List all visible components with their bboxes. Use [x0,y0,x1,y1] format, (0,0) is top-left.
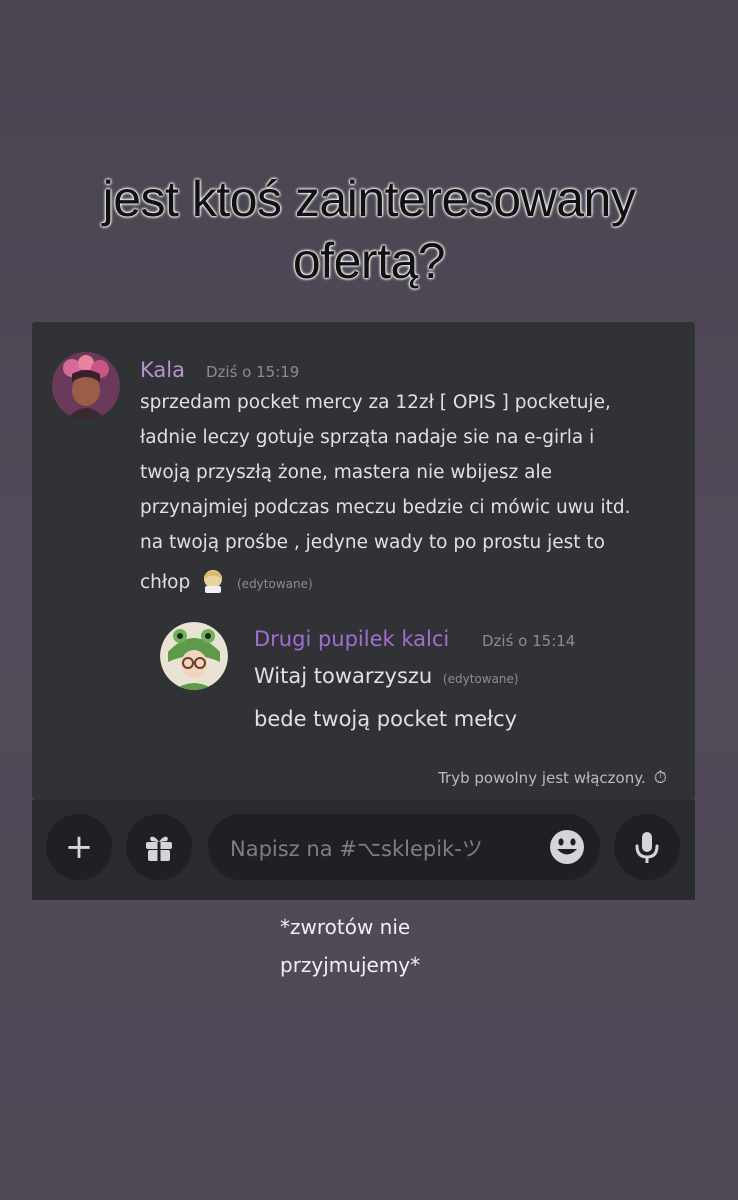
message-timestamp: Dziś o 15:19 [206,363,300,381]
message-line: na twoją prośbe , jedyne wady to po pros… [140,532,605,553]
message-line: chłop [140,572,191,593]
custom-emoji-icon [199,566,227,594]
footnote: *zwrotów nie przyjmujemy* [280,908,420,984]
message-line: ładnie leczy gotuje sprząta nadaje sie n… [140,427,595,448]
gift-icon [146,836,172,861]
message-line: przynajmiej podczas meczu bedzie ci mówi… [140,497,631,518]
message-first-line: Witaj towarzyszu (edytowane) [254,664,519,688]
message-last-line: chłop (edytowane) [140,566,313,594]
microphone-icon [635,832,659,863]
headline: jest ktoś zainteresowany ofertą? [0,168,738,292]
avatar[interactable] [52,352,120,420]
message-line: twoją przyszłą żone, mastera nie wbijesz… [140,462,552,483]
message-input-placeholder: Napisz na #⌥sklepik-ツ [230,837,483,861]
message-line: bede twoją pocket mełcy [254,707,518,731]
emoji-icon[interactable] [548,828,586,866]
message-author[interactable]: Kala [140,358,185,382]
gift-button[interactable] [126,814,192,880]
footnote-line-1: *zwrotów nie [280,915,411,939]
headline-line-1: jest ktoś zainteresowany [102,171,636,227]
headline-line-2: ofertą? [292,233,446,289]
avatar[interactable] [160,622,228,690]
edited-label: (edytowane) [442,672,519,686]
message-timestamp: Dziś o 15:14 [482,632,576,650]
slowmode-text: Tryb powolny jest włączony. [438,769,646,787]
add-attachment-button[interactable]: + [46,814,112,880]
plus-icon: + [64,827,94,867]
slowmode-notice: Tryb powolny jest włączony. ⏱ [438,768,667,788]
message-line: Witaj towarzyszu [254,664,433,688]
footnote-line-2: przyjmujemy* [280,953,421,977]
message-author[interactable]: Drugi pupilek kalci [254,627,449,651]
chat-panel: Kala Dziś o 15:19 sprzedam pocket mercy … [32,322,695,800]
timer-icon: ⏱ [653,768,667,788]
voice-message-button[interactable] [614,814,680,880]
message-line: sprzedam pocket mercy za 12zł [ OPIS ] p… [140,392,611,413]
edited-label: (edytowane) [237,577,313,591]
message-composer: + Napisz na #⌥sklepik-ツ [32,800,695,900]
message-input[interactable]: Napisz na #⌥sklepik-ツ [208,814,600,880]
